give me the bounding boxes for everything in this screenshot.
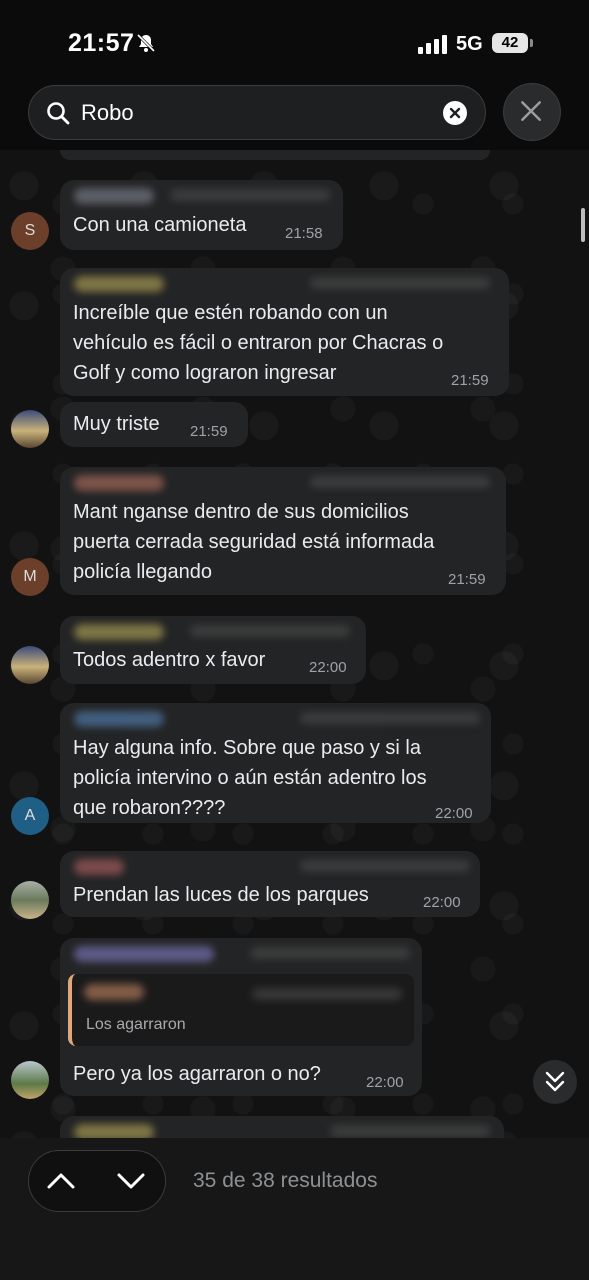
message-text: Con una camioneta [73, 214, 247, 236]
avatar[interactable]: S [11, 212, 49, 250]
scrollbar-thumb[interactable] [581, 208, 585, 242]
battery-icon: 42 [492, 33, 534, 53]
sender-name-blurred [74, 711, 164, 727]
quoted-text: Los agarraron [86, 1016, 186, 1033]
message-time: 21:59 [190, 423, 228, 440]
message-time: 22:00 [366, 1074, 404, 1091]
message-time: 21:59 [451, 372, 489, 389]
message-text: Todos adentro x favor [73, 649, 266, 671]
message-time: 22:00 [309, 659, 347, 676]
sender-name-blurred [74, 624, 164, 640]
search-input[interactable]: Robo [81, 100, 134, 126]
network-label: 5G [456, 33, 483, 55]
message-text: Muy triste [73, 413, 160, 435]
sender-phone-blurred [300, 860, 470, 872]
status-time: 21:57 [68, 29, 135, 57]
sender-phone-blurred [190, 625, 350, 637]
avatar[interactable] [11, 410, 49, 448]
avatar[interactable]: A [11, 797, 49, 835]
sender-phone-blurred [310, 476, 490, 488]
quoted-sender-blurred [84, 984, 144, 1000]
message-bubble[interactable]: Todos adentro x favor 22:00 [60, 616, 366, 684]
battery-level: 42 [492, 33, 528, 53]
message-time: 22:00 [435, 805, 473, 822]
status-bar: 21:57 5G 42 [0, 0, 589, 80]
sender-name-blurred [74, 859, 124, 875]
results-count: 35 de 38 resultados [193, 1169, 378, 1192]
message-text: Mant nganse dentro de sus domicilios pue… [73, 501, 435, 583]
sender-phone-blurred [170, 189, 330, 201]
message-bubble[interactable]: Mant nganse dentro de sus domicilios pue… [60, 467, 506, 595]
message-bubble[interactable]: Hay alguna info. Sobre que paso y si la … [60, 703, 491, 823]
message-bubble[interactable]: Los agarraron Pero ya los agarraron o no… [60, 938, 422, 1096]
message-time: 21:59 [448, 571, 486, 588]
sender-name-blurred [74, 475, 164, 491]
sender-phone-blurred [300, 712, 480, 724]
scroll-to-bottom-button[interactable] [533, 1060, 577, 1104]
bell-muted-icon [136, 33, 156, 53]
message-bubble[interactable]: Con una camioneta 21:58 [60, 180, 343, 250]
avatar[interactable] [11, 881, 49, 919]
search-icon [47, 102, 70, 125]
message-text: Hay alguna info. Sobre que paso y si la … [73, 737, 427, 819]
result-navigation [28, 1150, 166, 1212]
avatar[interactable] [11, 1061, 49, 1099]
sender-phone-blurred [250, 947, 410, 959]
sender-phone-blurred [330, 1125, 490, 1137]
quoted-phone-blurred [252, 988, 402, 1000]
message-text: Increíble que estén robando con un vehíc… [73, 302, 444, 384]
clear-search-icon[interactable] [443, 101, 467, 125]
next-result-button[interactable] [113, 1165, 149, 1197]
signal-icon [418, 35, 447, 54]
sender-name-blurred [74, 188, 154, 204]
previous-result-button[interactable] [43, 1165, 79, 1197]
message-bubble[interactable]: Prendan las luces de los parques 22:00 [60, 851, 480, 917]
search-bar[interactable]: Robo [28, 85, 486, 140]
message-text: Pero ya los agarraron o no? [73, 1063, 321, 1085]
close-search-button[interactable] [503, 83, 561, 141]
double-chevron-down-icon [545, 1071, 565, 1092]
avatar[interactable]: M [11, 558, 49, 596]
close-icon [521, 101, 541, 121]
message-text: Prendan las luces de los parques [73, 884, 369, 906]
avatar[interactable] [11, 646, 49, 684]
message-time: 21:58 [285, 225, 323, 242]
message-bubble-partial [60, 150, 490, 160]
message-time: 22:00 [423, 894, 461, 911]
quoted-message[interactable]: Los agarraron [68, 974, 414, 1046]
sender-phone-blurred [310, 277, 490, 289]
message-bubble[interactable]: Muy triste 21:59 [60, 402, 248, 447]
sender-name-blurred [74, 946, 214, 962]
message-bubble[interactable]: Increíble que estén robando con un vehíc… [60, 268, 509, 396]
sender-name-blurred [74, 276, 164, 292]
